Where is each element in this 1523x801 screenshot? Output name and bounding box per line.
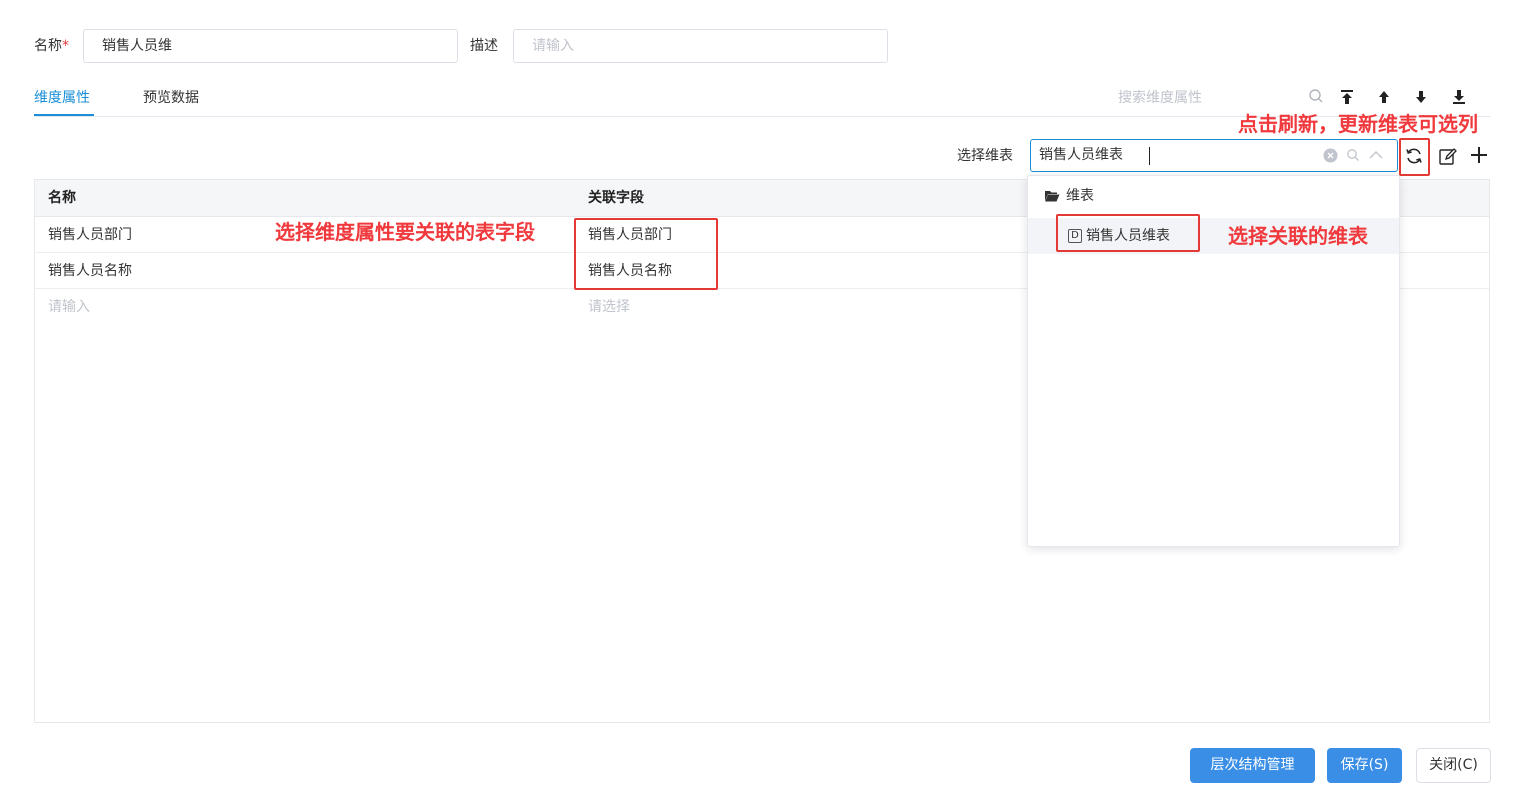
add-icon[interactable] [1469, 145, 1489, 165]
refresh-icon[interactable] [1404, 146, 1424, 166]
table-annotation: 选择关联的维表 [1228, 224, 1368, 248]
tab-dimension-attributes[interactable]: 维度属性 [34, 88, 90, 108]
new-name-input[interactable]: 请输入 [48, 289, 90, 325]
move-bottom-icon[interactable] [1449, 87, 1469, 107]
dim-select-value: 销售人员维表 [1039, 147, 1123, 163]
row-name-cell[interactable]: 销售人员部门 [48, 217, 132, 253]
text-cursor [1149, 147, 1150, 165]
required-mark: * [62, 38, 69, 54]
folder-open-icon [1045, 191, 1060, 202]
field-annotation: 选择维度属性要关联的表字段 [275, 220, 535, 244]
column-header-name: 名称 [48, 190, 76, 206]
dim-select-label: 选择维表 [957, 148, 1013, 164]
move-down-icon[interactable] [1411, 87, 1431, 107]
folder-label: 维表 [1066, 188, 1094, 204]
save-button[interactable]: 保存(S) [1327, 748, 1402, 783]
refresh-annotation: 点击刷新，更新维表可选列 [1238, 112, 1478, 136]
chevron-up-icon[interactable] [1369, 149, 1383, 165]
search-attribute-input[interactable]: 搜索维度属性 [1118, 88, 1202, 108]
column-header-field: 关联字段 [588, 190, 644, 206]
search-icon[interactable] [1306, 86, 1326, 106]
name-label: 名称* [34, 38, 69, 54]
tab-preview-data[interactable]: 预览数据 [143, 88, 199, 108]
close-button[interactable]: 关闭(C) [1416, 748, 1491, 783]
desc-input[interactable]: 请输入 [513, 29, 888, 63]
clear-icon[interactable] [1323, 148, 1338, 167]
hierarchy-button[interactable]: 层次结构管理 [1190, 748, 1315, 783]
move-top-icon[interactable] [1337, 87, 1357, 107]
desc-label: 描述 [470, 38, 498, 54]
name-input[interactable]: 销售人员维 [83, 29, 458, 63]
search-icon [1346, 148, 1360, 166]
table-highlight-box [1056, 214, 1200, 252]
field-highlight-box [574, 218, 718, 290]
move-up-icon[interactable] [1374, 87, 1394, 107]
dropdown-folder[interactable]: 维表 [1044, 186, 1094, 206]
new-field-select[interactable]: 请选择 [588, 289, 630, 325]
dim-table-select[interactable]: 销售人员维表 [1030, 139, 1398, 172]
row-name-cell[interactable]: 销售人员名称 [48, 253, 132, 289]
edit-icon[interactable] [1437, 146, 1457, 166]
active-tab-indicator [34, 114, 94, 116]
